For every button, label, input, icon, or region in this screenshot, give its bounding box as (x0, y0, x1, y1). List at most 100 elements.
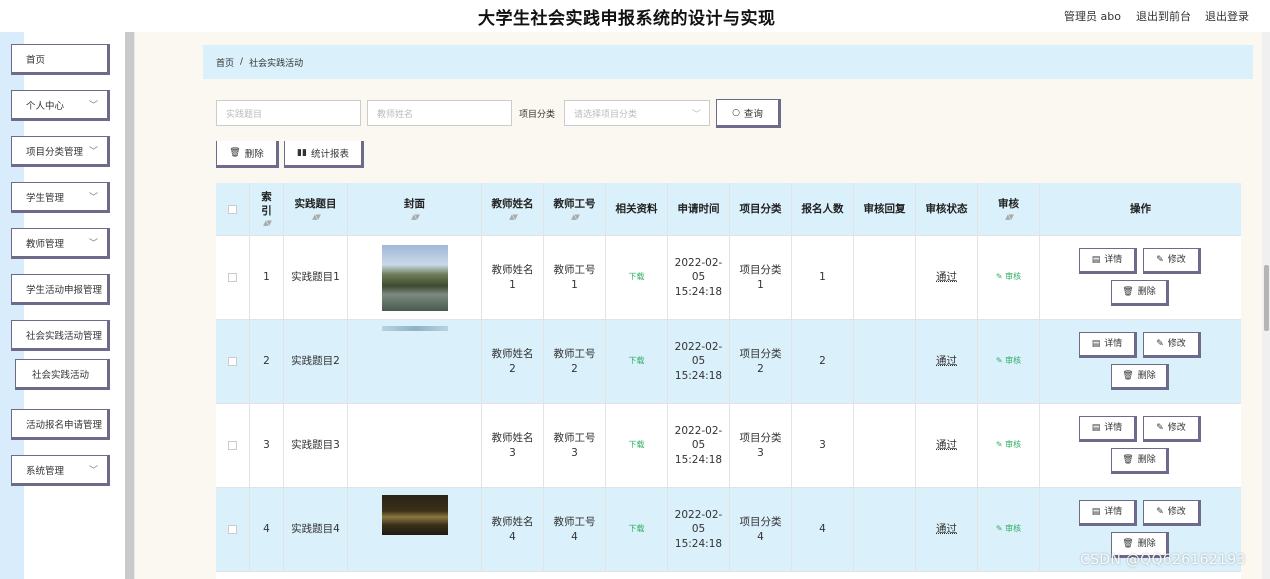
sort-icon[interactable]: ▲▼ (411, 213, 420, 221)
edit-button[interactable]: ✎ 修改 (1143, 416, 1201, 442)
back-to-front-link[interactable]: 退出到前台 (1136, 8, 1191, 24)
detail-button[interactable]: ▤ 详情 (1079, 500, 1137, 526)
delete-button[interactable]: 🗑 删除 (1111, 280, 1169, 306)
cell-time: 2022-02-05 15:24:18 (674, 257, 723, 298)
table-cell: 实践题目1 (284, 236, 348, 319)
row-checkbox[interactable] (228, 441, 237, 450)
sort-icon[interactable]: ▲▼ (509, 213, 518, 221)
header-label: 审核回复 (863, 202, 906, 215)
header-label: 审核状态 (925, 202, 968, 215)
sidebar-item-label: 教师管理 (26, 238, 65, 250)
detail-button[interactable]: ▤ 详情 (1079, 416, 1137, 442)
detail-button[interactable]: ▤ 详情 (1079, 332, 1137, 358)
table-cell: 项目分类4 (730, 488, 792, 571)
cell-count: 2 (819, 355, 826, 368)
table-cell: 通过 (916, 404, 978, 487)
logout-link[interactable]: 退出登录 (1205, 8, 1249, 24)
edit-button[interactable]: ✎ 修改 (1143, 248, 1201, 274)
cover-image (381, 494, 448, 535)
sidebar-item[interactable]: 学生管理 ﹀ (11, 182, 110, 213)
sort-icon[interactable]: ▲▼ (1005, 213, 1014, 221)
sidebar-item-label: 社会实践活动管理 (26, 330, 103, 342)
table-cell: 实践题目2 (284, 320, 348, 403)
sidebar-item[interactable]: 个人中心 ﹀ (11, 90, 110, 121)
watermark: CSDN @QQ626162193 (1080, 552, 1246, 568)
pencil-icon: ✎ (995, 440, 1006, 450)
header-label: 教师工号 (553, 198, 596, 211)
table-cell: ✎ 审核 (978, 236, 1040, 319)
row-checkbox[interactable] (228, 357, 237, 366)
sort-icon[interactable]: ▲▼ (263, 219, 272, 227)
table-cell: ✎ 审核 (978, 320, 1040, 403)
cell-status: 通过 (936, 271, 957, 284)
cell-teacher_id: 教师工号2 (553, 348, 596, 375)
sort-icon[interactable]: ▲▼ (312, 213, 321, 221)
row-checkbox[interactable] (228, 273, 237, 282)
row-checkbox[interactable] (228, 525, 237, 534)
edit-button[interactable]: ✎ 修改 (1143, 332, 1201, 358)
delete-button[interactable]: 🗑 删除 (1111, 448, 1169, 474)
review-link[interactable]: ✎ 审核 (996, 272, 1021, 283)
chevron-down-icon: ﹀ (88, 147, 98, 157)
table-cell: ▤ 详情 ✎ 修改 🗑 删除 (1040, 236, 1241, 319)
sidebar-item[interactable]: 系统管理 ﹀ (11, 455, 110, 486)
chevron-down-icon: ﹀ (691, 110, 701, 120)
table-header-cell: 审核 ▲▼ (978, 183, 1040, 235)
review-link[interactable]: ✎ 审核 (996, 440, 1021, 451)
table-cell: ▤ 详情 ✎ 修改 🗑 删除 (1040, 320, 1241, 403)
table-cell (348, 320, 482, 403)
table-cell: 1 (792, 236, 854, 319)
sidebar-item[interactable]: 社会实践活动管理 (11, 320, 110, 351)
stats-report-label: 统计报表 (310, 149, 349, 160)
review-link[interactable]: ✎ 审核 (996, 356, 1021, 367)
cell-category: 项目分类4 (739, 516, 782, 543)
teacher-search-input[interactable]: 教师姓名 (367, 100, 512, 126)
category-select[interactable]: 请选择项目分类 ﹀ (564, 100, 710, 126)
sidebar-item[interactable]: 学生活动申报管理 (11, 274, 110, 305)
cell-teacher_id: 教师工号3 (553, 432, 596, 459)
query-button[interactable]: ○ 查询 (716, 99, 781, 128)
download-link[interactable]: 下载 (629, 524, 645, 535)
cell-status: 通过 (936, 523, 957, 536)
sort-icon[interactable]: ▲▼ (571, 213, 580, 221)
sidebar-item[interactable]: 社会实践活动 (15, 359, 110, 390)
breadcrumb-home[interactable]: 首页 (216, 56, 234, 69)
cell-title: 实践题目1 (291, 271, 340, 284)
review-link[interactable]: ✎ 审核 (996, 524, 1021, 535)
table-cell: 下载 (606, 404, 668, 487)
stats-report-button[interactable]: ▮▮ 统计报表 (284, 141, 364, 168)
doc-icon: ▤ (1091, 254, 1101, 265)
detail-button[interactable]: ▤ 详情 (1079, 248, 1137, 274)
category-select-placeholder: 请选择项目分类 (574, 109, 638, 120)
page-scrollbar-thumb[interactable] (1264, 265, 1269, 331)
delete-label: 删除 (1137, 538, 1156, 549)
table-cell: 教师工号4 (544, 488, 606, 571)
table-row: 1 实践题目1 教师姓名1 教师工号1 下载 2022-02-05 15:24:18 项目分… (216, 236, 1241, 320)
top-header: 大学生社会实践申报系统的设计与实现 管理员 abo 退出到前台 退出登录 (0, 0, 1270, 32)
row-actions: ▤ 详情 ✎ 修改 🗑 删除 (1040, 404, 1241, 487)
bulk-delete-button[interactable]: 🗑 删除 (216, 141, 279, 168)
edit-label: 修改 (1167, 254, 1186, 265)
sidebar-item[interactable]: 教师管理 ﹀ (11, 228, 110, 259)
sidebar-item[interactable]: 项目分类管理 ﹀ (11, 136, 110, 167)
search-icon: ○ (732, 107, 740, 118)
table-cell: 通过 (916, 488, 978, 571)
sidebar-scrollbar[interactable] (125, 32, 134, 579)
table-cell (854, 488, 916, 571)
sidebar-item[interactable]: 首页 (11, 44, 110, 75)
download-link[interactable]: 下载 (629, 440, 645, 451)
delete-label: 删除 (1137, 454, 1156, 465)
trash-icon: 🗑 (1122, 370, 1134, 381)
delete-button[interactable]: 🗑 删除 (1111, 364, 1169, 390)
table-cell: 3 (250, 404, 284, 487)
doc-icon: ▤ (1091, 506, 1101, 517)
cell-index: 1 (263, 271, 270, 284)
download-link[interactable]: 下载 (629, 356, 645, 367)
edit-button[interactable]: ✎ 修改 (1143, 500, 1201, 526)
select-all-checkbox[interactable] (228, 204, 237, 214)
table-cell: 2022-02-05 15:24:18 (668, 404, 730, 487)
download-link[interactable]: 下载 (629, 272, 645, 283)
current-user[interactable]: 管理员 abo (1064, 8, 1121, 24)
title-search-input[interactable]: 实践题目 (216, 100, 361, 126)
sidebar-item[interactable]: 活动报名申请管理 (11, 409, 110, 440)
